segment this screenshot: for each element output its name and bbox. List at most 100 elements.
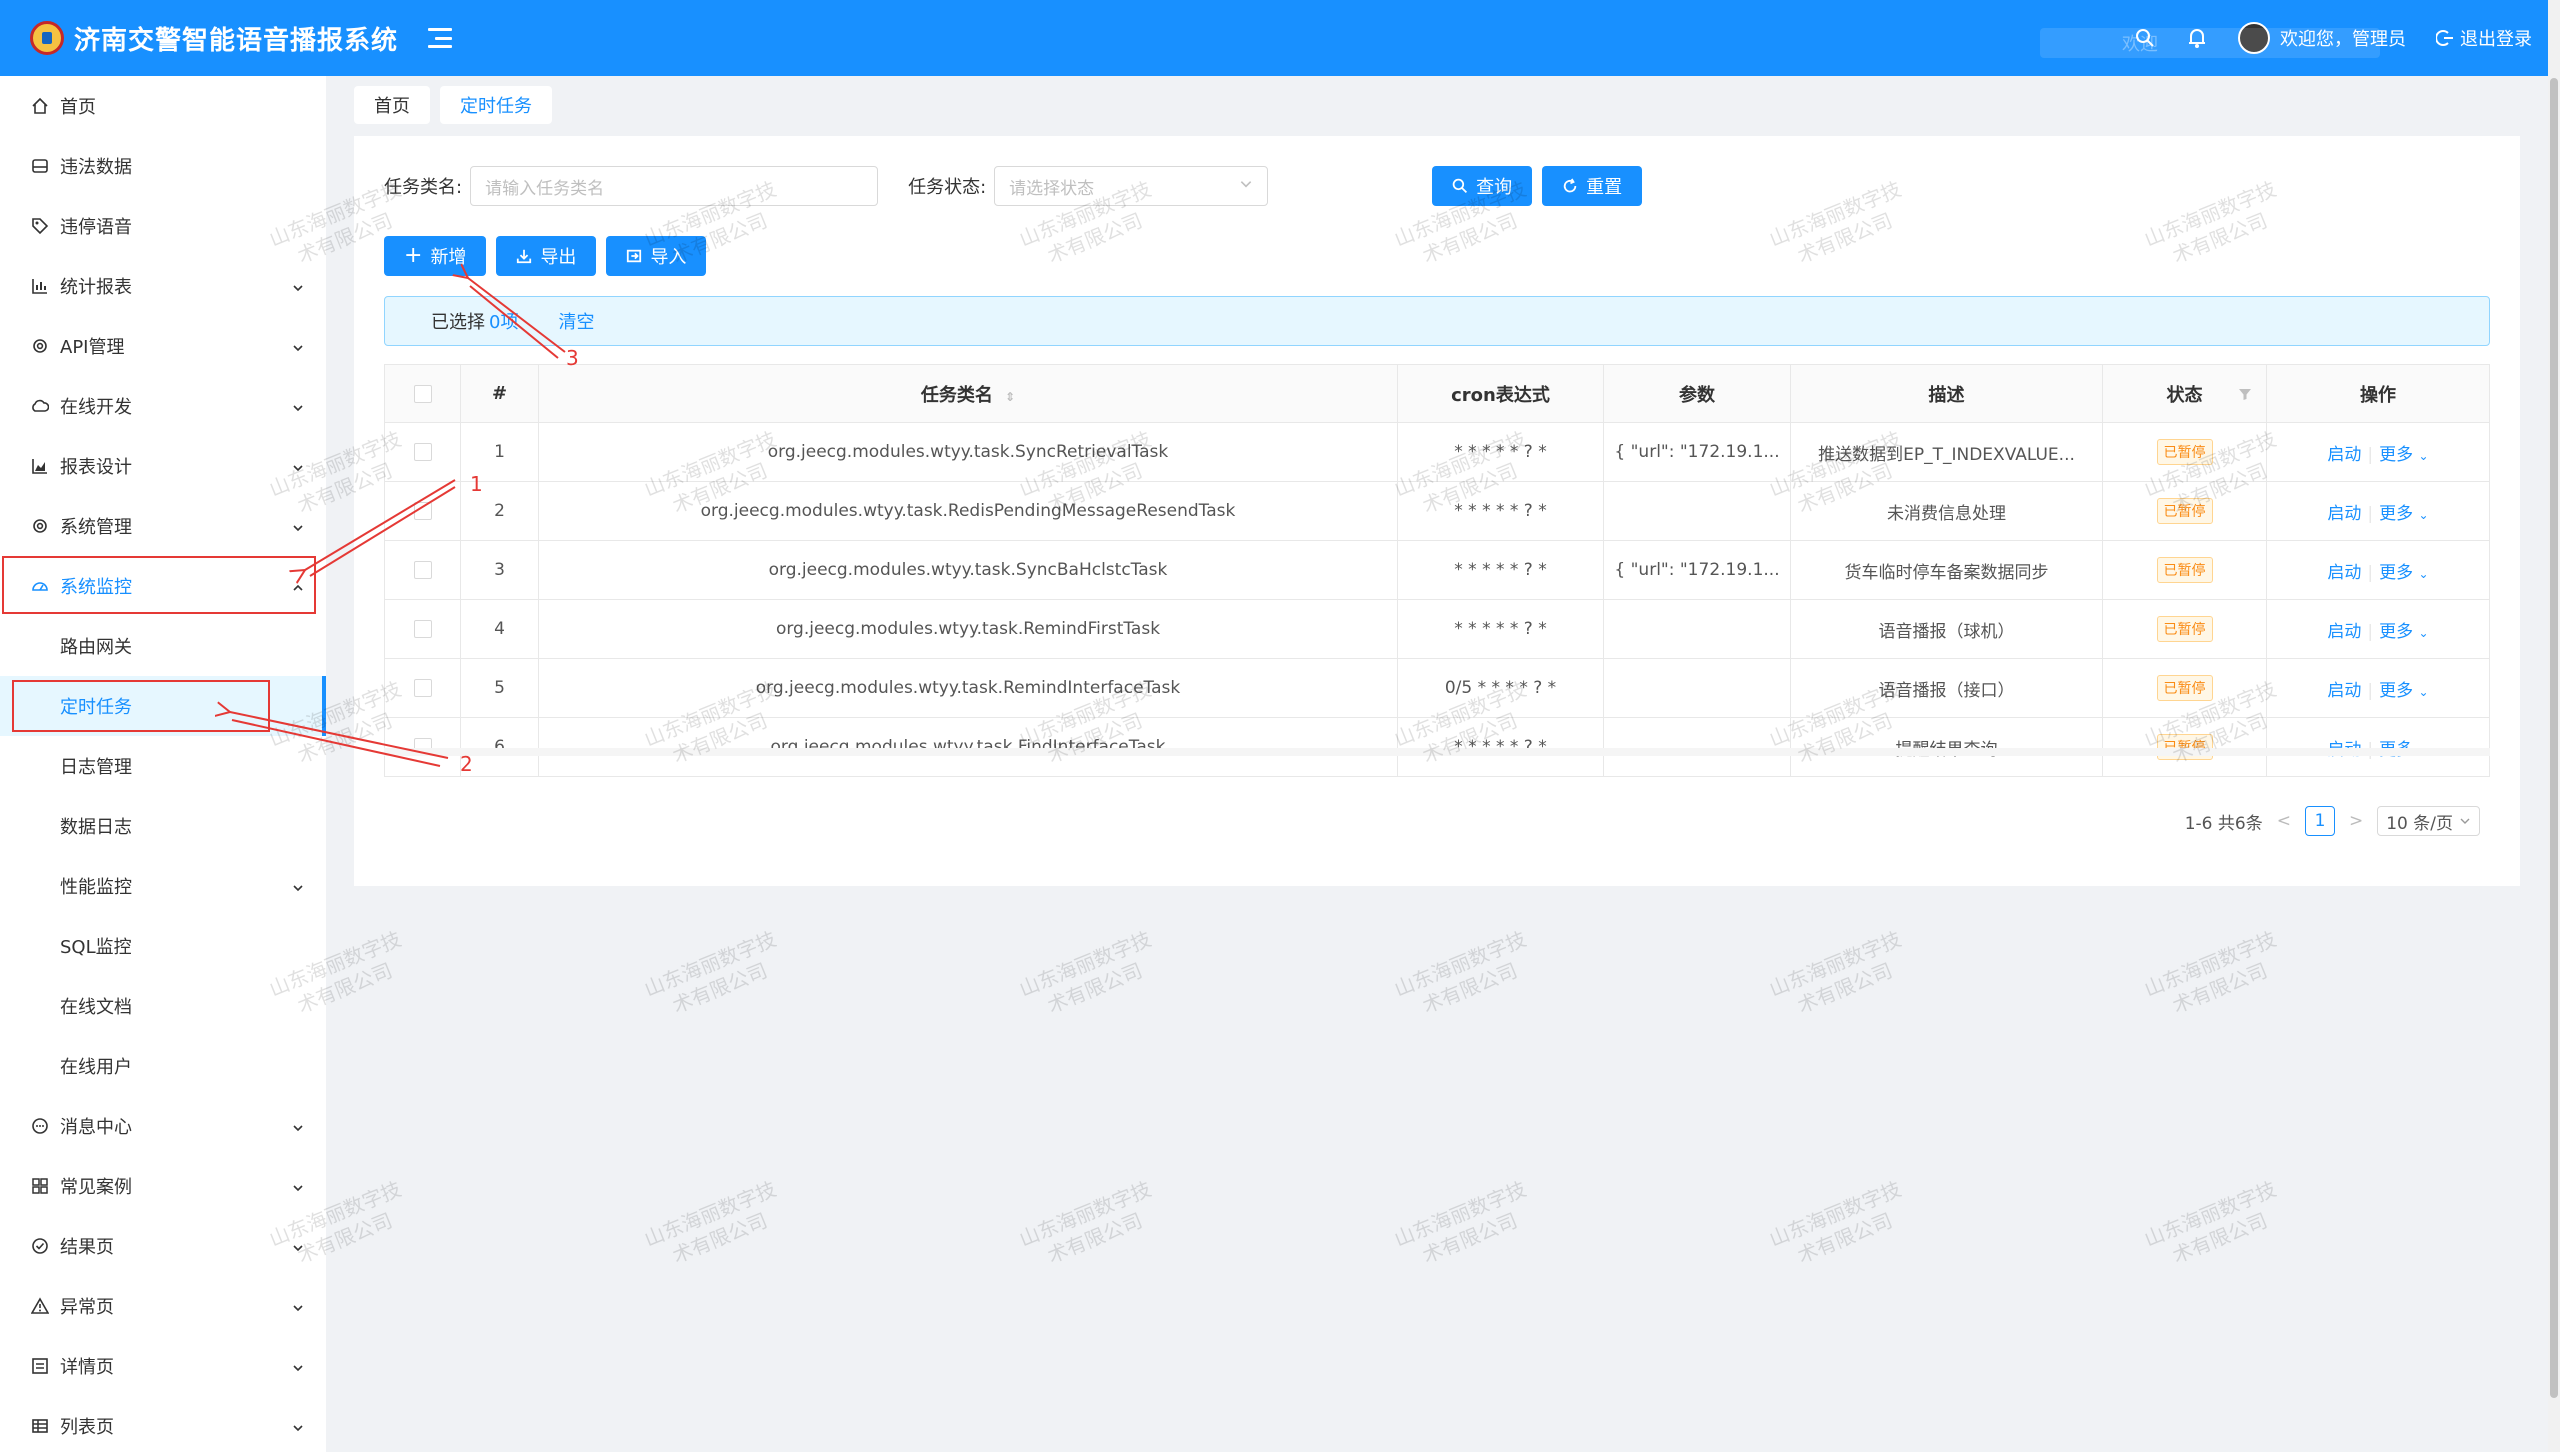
sidebar-item-online-dev[interactable]: 在线开发 (0, 376, 326, 436)
chevron-down-icon (292, 398, 304, 419)
row-params (1603, 717, 1791, 777)
row-checkbox[interactable] (413, 679, 432, 697)
gear-icon (30, 336, 50, 356)
sidebar-item-report-design[interactable]: 报表设计 (0, 436, 326, 496)
task-class-input[interactable]: 请输入任务类名 (470, 166, 879, 206)
start-link[interactable]: 启动 (2327, 445, 2361, 465)
sidebar-item-violation-data[interactable]: 违法数据 (0, 136, 326, 196)
watermark: 山东海丽数字技术有限公司 (1390, 926, 1539, 1027)
watermark-line: 山东海丽数字技 (1765, 926, 1905, 1002)
watermark-line: 术有限公司 (1419, 958, 1521, 1018)
more-dropdown[interactable]: 更多 ⌄ (2379, 622, 2428, 642)
sidebar-item-online-users[interactable]: 在线用户 (0, 1036, 326, 1096)
add-button[interactable]: + 新增 (384, 236, 487, 276)
row-description: 推送数据到EP_T_INDEXVALUE... (1790, 422, 2103, 482)
tab-scheduled-task[interactable]: 定时任务 (440, 86, 552, 124)
row-index: 3 (460, 540, 539, 600)
row-index: 5 (460, 658, 539, 718)
sort-icon: ⇕ (1005, 389, 1016, 404)
next-page-icon[interactable]: > (2349, 811, 2363, 831)
row-description: 语音播报（接口） (1790, 658, 2103, 718)
row-cron: * * * * * ? * (1397, 481, 1604, 541)
row-cron: * * * * * ? * (1397, 599, 1604, 659)
more-dropdown[interactable]: 更多 ⌄ (2379, 681, 2428, 701)
start-link[interactable]: 启动 (2327, 681, 2361, 701)
chevron-down-icon (292, 338, 304, 359)
sidebar-item-data-log[interactable]: 数据日志 (0, 796, 326, 856)
search-icon (1452, 178, 1468, 194)
sidebar-item-system-management[interactable]: 系统管理 (0, 496, 326, 556)
table-row[interactable]: 2 org.jeecg.modules.wtyy.task.RedisPendi… (384, 481, 2490, 541)
filter-icon[interactable] (2238, 385, 2252, 406)
chevron-down-icon (292, 878, 304, 899)
watermark-line: 山东海丽数字技 (1765, 1176, 1905, 1252)
page-size-select[interactable]: 10 条/页 (2377, 806, 2480, 836)
more-dropdown[interactable]: 更多 ⌄ (2379, 445, 2428, 465)
start-link[interactable]: 启动 (2327, 504, 2361, 524)
table-horizontal-scrollbar[interactable] (384, 748, 2490, 756)
sidebar-item-common-cases[interactable]: 常见案例 (0, 1156, 326, 1216)
task-class-label: 任务类名: (384, 177, 463, 198)
page-scrollbar[interactable] (2548, 0, 2560, 1452)
start-link[interactable]: 启动 (2327, 563, 2361, 583)
task-table: # 任务类名 ⇕ cron表达式 参数 描述 状态 操作 1 org.jeecg… (384, 364, 2490, 777)
logout-button[interactable]: 退出登录 (2436, 25, 2532, 51)
column-header-task-class[interactable]: 任务类名 ⇕ (538, 364, 1398, 423)
menu-toggle-icon[interactable] (428, 28, 453, 48)
sidebar-item-online-docs[interactable]: 在线文档 (0, 976, 326, 1036)
page-current[interactable]: 1 (2304, 806, 2335, 836)
sidebar-item-performance-monitor[interactable]: 性能监控 (0, 856, 326, 916)
export-button[interactable]: 导出 (496, 236, 597, 276)
clear-selection-link[interactable]: 清空 (558, 308, 594, 334)
table-row[interactable]: 6 org.jeecg.modules.wtyy.task.FindInterf… (384, 717, 2490, 777)
sidebar-item-exception-page[interactable]: 异常页 (0, 1276, 326, 1336)
row-task-class: org.jeecg.modules.wtyy.task.RedisPending… (538, 481, 1398, 541)
row-checkbox[interactable] (413, 620, 432, 638)
table-row[interactable]: 5 org.jeecg.modules.wtyy.task.RemindInte… (384, 658, 2490, 718)
sidebar-item-home[interactable]: 首页 (0, 76, 326, 136)
annotation-number-1: 1 (470, 472, 483, 496)
row-description: 货车临时停车备案数据同步 (1790, 540, 2103, 600)
more-dropdown[interactable]: 更多 ⌄ (2379, 563, 2428, 583)
status-badge: 已暂停 (2156, 616, 2213, 642)
sidebar-item-stats-report[interactable]: 统计报表 (0, 256, 326, 316)
import-button[interactable]: 导入 (606, 236, 707, 276)
reset-button[interactable]: 重置 (1542, 166, 1643, 206)
sidebar-item-list-page[interactable]: 列表页 (0, 1396, 326, 1452)
chevron-down-icon (292, 1418, 304, 1439)
annotation-box-scheduled-task (12, 680, 270, 732)
row-index: 4 (460, 599, 539, 659)
tab-home[interactable]: 首页 (354, 86, 430, 124)
row-params (1603, 658, 1791, 718)
task-status-select[interactable]: 请选择状态 (994, 166, 1269, 206)
table-icon (30, 1416, 50, 1436)
table-row[interactable]: 3 org.jeecg.modules.wtyy.task.SyncBaHcls… (384, 540, 2490, 600)
row-description: 提醒结果查询 (1790, 717, 2103, 777)
prev-page-icon[interactable]: < (2277, 811, 2291, 831)
more-dropdown[interactable]: 更多 ⌄ (2379, 504, 2428, 524)
sidebar-item-message-center[interactable]: 消息中心 (0, 1096, 326, 1156)
tag-icon (30, 216, 50, 236)
status-badge: 已暂停 (2156, 734, 2213, 760)
sidebar-item-result-page[interactable]: 结果页 (0, 1216, 326, 1276)
plus-icon: + (404, 243, 423, 268)
row-checkbox[interactable] (413, 561, 432, 579)
row-checkbox[interactable] (413, 443, 432, 461)
start-link[interactable]: 启动 (2327, 622, 2361, 642)
table-row[interactable]: 1 org.jeecg.modules.wtyy.task.SyncRetrie… (384, 422, 2490, 482)
watermark: 山东海丽数字技术有限公司 (640, 1176, 789, 1277)
query-button[interactable]: 查询 (1432, 166, 1533, 206)
sidebar-item-detail-page[interactable]: 详情页 (0, 1336, 326, 1396)
sidebar-item-route-gateway[interactable]: 路由网关 (0, 616, 326, 676)
selection-alert: 已选择 0项 清空 (384, 296, 2490, 346)
table-row[interactable]: 4 org.jeecg.modules.wtyy.task.RemindFirs… (384, 599, 2490, 659)
watermark-line: 术有限公司 (1794, 958, 1896, 1018)
select-all-checkbox[interactable] (413, 385, 432, 403)
sidebar-item-api-management[interactable]: API管理 (0, 316, 326, 376)
sidebar-item-sql-monitor[interactable]: SQL监控 (0, 916, 326, 976)
selected-prefix: 已选择 (431, 312, 485, 333)
row-checkbox[interactable] (413, 502, 432, 520)
watermark: 山东海丽数字技术有限公司 (2140, 926, 2289, 1027)
sidebar-item-parking-voice[interactable]: 违停语音 (0, 196, 326, 256)
sidebar-item-log-management[interactable]: 日志管理 (0, 736, 326, 796)
